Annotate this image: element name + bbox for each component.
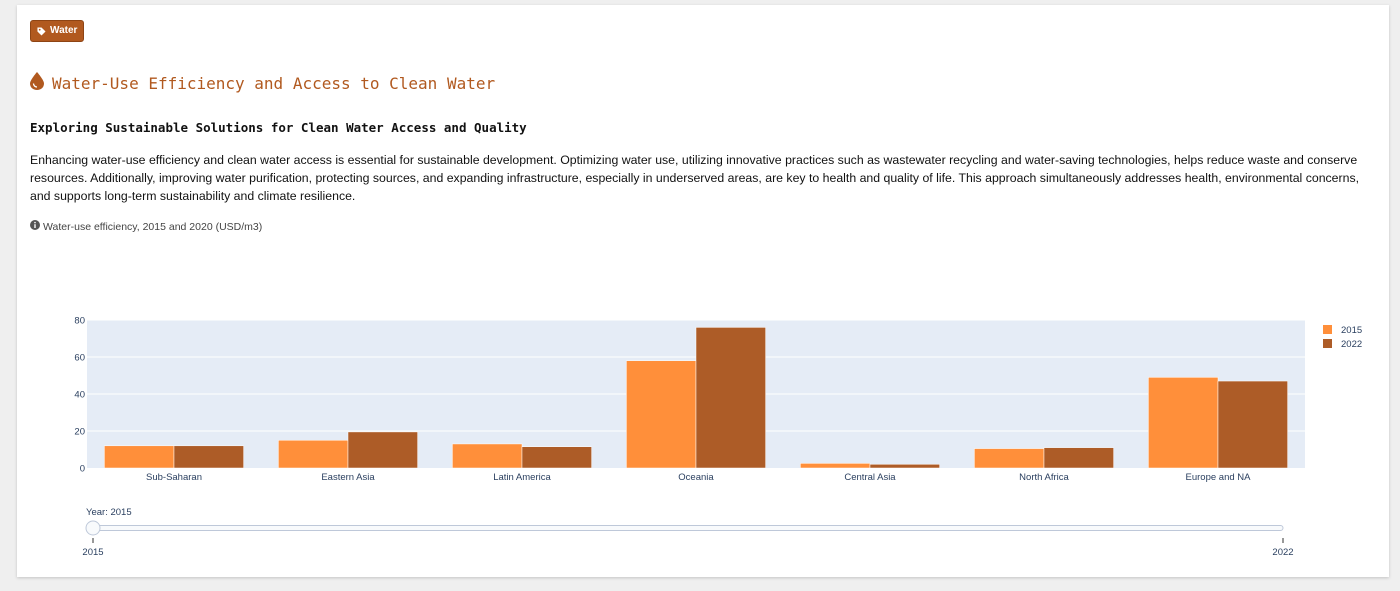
x-tick-label: Oceania (678, 472, 714, 483)
slider-handle[interactable] (85, 520, 101, 536)
bar-2022-eastern-asia[interactable] (347, 431, 418, 469)
bar-2015-central-asia[interactable] (800, 463, 871, 469)
bar-2022-europe-and-na[interactable] (1217, 380, 1288, 469)
legend-label-2022[interactable]: 2022 (1341, 339, 1362, 350)
legend-label-2015[interactable]: 2015 (1341, 325, 1362, 336)
x-tick-label: North Africa (1019, 472, 1069, 483)
bar-2022-north-africa[interactable] (1043, 447, 1114, 469)
y-tick-label: 60 (74, 353, 85, 364)
bar-chart: 0 20 40 60 80 Sub-Saharan Eastern Asia Latin Am… (74, 316, 1362, 559)
content-card: Water Water-Use Efficiency and Access to… (17, 5, 1389, 577)
x-tick-label: Sub-Saharan (146, 472, 202, 483)
bar-2015-europe-and-na[interactable] (1148, 377, 1219, 469)
bar-2022-sub-saharan[interactable] (173, 445, 244, 469)
x-tick-label: Eastern Asia (321, 472, 375, 483)
y-tick-label: 0 (80, 464, 85, 475)
x-tick-label: Latin America (493, 472, 551, 483)
slider-current-label: Year: 2015 (86, 507, 132, 518)
y-tick-label: 40 (74, 390, 85, 401)
bar-2015-oceania[interactable] (626, 360, 697, 469)
y-tick-label: 80 (74, 316, 85, 327)
bar-2022-oceania[interactable] (695, 327, 766, 469)
x-tick-label: Central Asia (844, 472, 896, 483)
slider-rail[interactable] (92, 525, 1284, 531)
bar-2022-central-asia[interactable] (869, 464, 940, 469)
bar-2015-sub-saharan[interactable] (104, 445, 175, 469)
legend-swatch-2022[interactable] (1323, 339, 1332, 348)
x-tick-label: Europe and NA (1186, 472, 1252, 483)
legend-swatch-2015[interactable] (1323, 325, 1332, 334)
y-tick-label: 20 (74, 427, 85, 438)
bar-2015-latin-america[interactable] (452, 443, 523, 469)
bar-2022-latin-america[interactable] (521, 446, 592, 469)
slider-max-label: 2022 (1272, 547, 1293, 558)
bar-2015-eastern-asia[interactable] (278, 440, 349, 469)
slider-min-label: 2015 (82, 547, 103, 558)
bar-2015-north-africa[interactable] (974, 448, 1045, 469)
